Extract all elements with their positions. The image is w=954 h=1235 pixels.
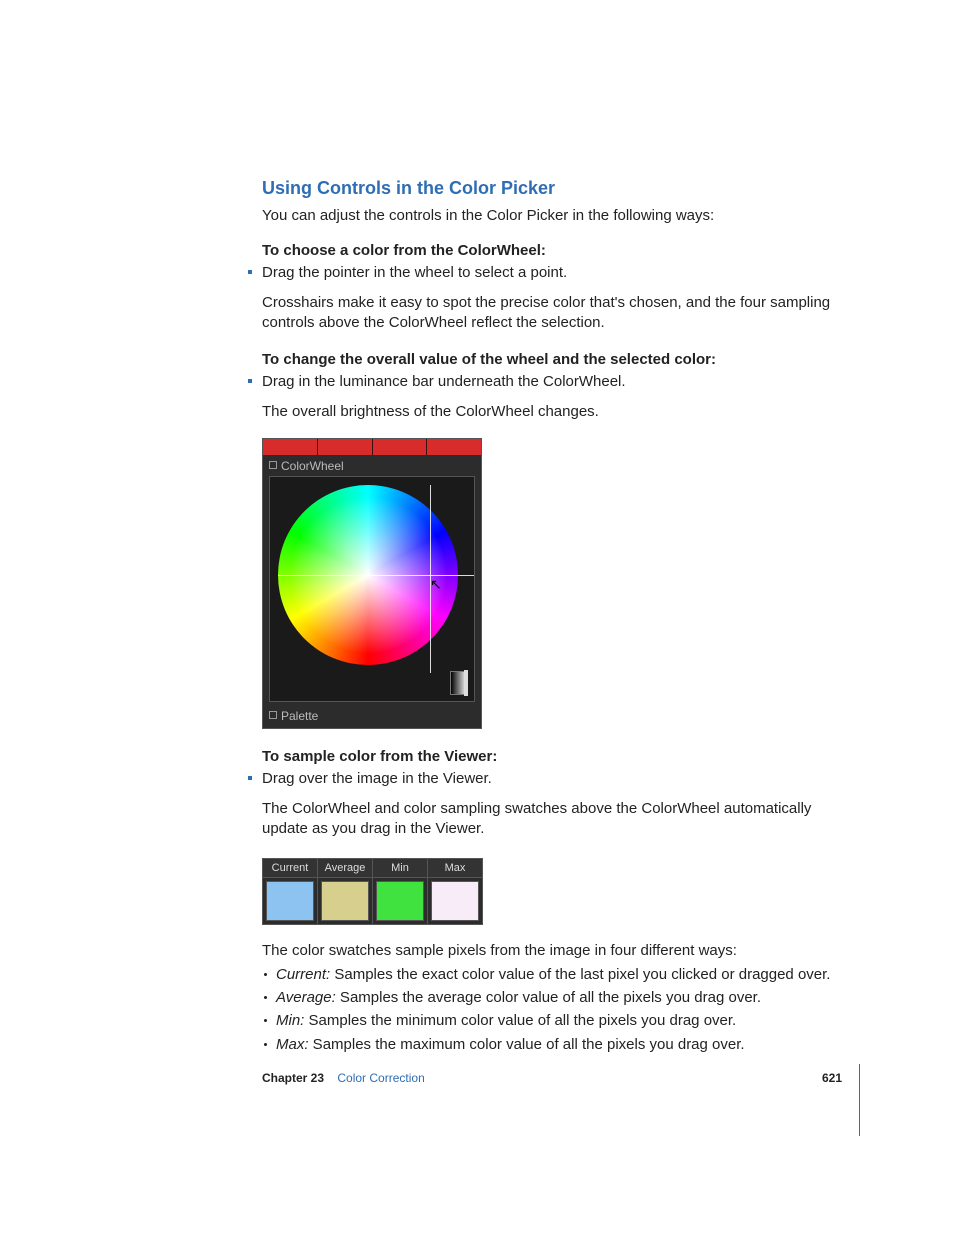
definition-item: Average: Samples the average color value…	[262, 988, 842, 1008]
swatch-tab-bar	[263, 439, 481, 455]
swatch-current	[266, 881, 314, 921]
crosshair-vertical	[430, 485, 431, 673]
definition-item: Current: Samples the exact color value o…	[262, 965, 842, 985]
swatch-label: Min	[373, 859, 427, 878]
definition-term: Current:	[276, 966, 330, 983]
swatch-average	[321, 881, 369, 921]
definition-term: Average:	[276, 989, 336, 1006]
bullet-item: Drag in the luminance bar underneath the…	[262, 372, 842, 392]
followup-paragraph: The overall brightness of the ColorWheel…	[262, 402, 842, 422]
swatch-intro: The color swatches sample pixels from th…	[262, 941, 842, 961]
chapter-label: Chapter 23	[262, 1071, 324, 1085]
definition-desc: Samples the minimum color value of all t…	[304, 1012, 736, 1029]
definition-desc: Samples the maximum color value of all t…	[309, 1036, 745, 1053]
page-number: 621	[822, 1070, 842, 1086]
panel-footer-label: Palette	[263, 708, 481, 727]
colorwheel-panel: ColorWheel ↖ Palette	[262, 438, 482, 728]
subhead-change-value: To change the overall value of the wheel…	[262, 350, 842, 370]
bullet-text: Drag the pointer in the wheel to select …	[262, 264, 567, 281]
definition-item: Max: Samples the maximum color value of …	[262, 1035, 842, 1055]
crosshair-horizontal	[278, 575, 474, 576]
section-heading: Using Controls in the Color Picker	[262, 176, 842, 200]
subhead-choose-color: To choose a color from the ColorWheel:	[262, 241, 842, 261]
swatch-label: Current	[263, 859, 317, 878]
swatch-label: Max	[428, 859, 482, 878]
bullet-item: Drag over the image in the Viewer.	[262, 769, 842, 789]
luminance-bar[interactable]	[450, 671, 468, 695]
chapter-title: Color Correction	[337, 1071, 424, 1085]
swatch-label: Average	[318, 859, 372, 878]
definition-term: Min:	[276, 1012, 304, 1029]
square-bullet-icon	[248, 776, 252, 780]
bullet-item: Drag the pointer in the wheel to select …	[262, 263, 842, 283]
square-bullet-icon	[248, 379, 252, 383]
definition-desc: Samples the average color value of all t…	[336, 989, 761, 1006]
dot-bullet-icon	[264, 1043, 267, 1046]
footer-divider	[859, 1064, 860, 1136]
followup-paragraph: The ColorWheel and color sampling swatch…	[262, 799, 842, 840]
square-bullet-icon	[248, 270, 252, 274]
swatch-strip: Current Average Min Max	[262, 858, 483, 925]
definition-item: Min: Samples the minimum color value of …	[262, 1011, 842, 1031]
swatch-max	[431, 881, 479, 921]
dot-bullet-icon	[264, 1019, 267, 1022]
luminance-knob[interactable]	[464, 670, 468, 696]
swatch-column: Current	[263, 859, 318, 924]
page-footer: Chapter 23 Color Correction 621	[262, 1070, 842, 1086]
swatch-column: Average	[318, 859, 373, 924]
bullet-text: Drag over the image in the Viewer.	[262, 770, 492, 787]
swatch-min	[376, 881, 424, 921]
subhead-sample-color: To sample color from the Viewer:	[262, 747, 842, 767]
definition-term: Max:	[276, 1036, 309, 1053]
panel-title: ColorWheel	[263, 455, 481, 476]
bullet-text: Drag in the luminance bar underneath the…	[262, 373, 626, 390]
definition-list: Current: Samples the exact color value o…	[262, 965, 842, 1055]
dot-bullet-icon	[264, 973, 267, 976]
definition-desc: Samples the exact color value of the las…	[330, 966, 830, 983]
followup-paragraph: Crosshairs make it easy to spot the prec…	[262, 293, 842, 334]
swatch-column: Max	[428, 859, 482, 924]
swatch-column: Min	[373, 859, 428, 924]
dot-bullet-icon	[264, 996, 267, 999]
colorwheel-area[interactable]: ↖	[269, 476, 475, 702]
intro-paragraph: You can adjust the controls in the Color…	[262, 206, 842, 226]
